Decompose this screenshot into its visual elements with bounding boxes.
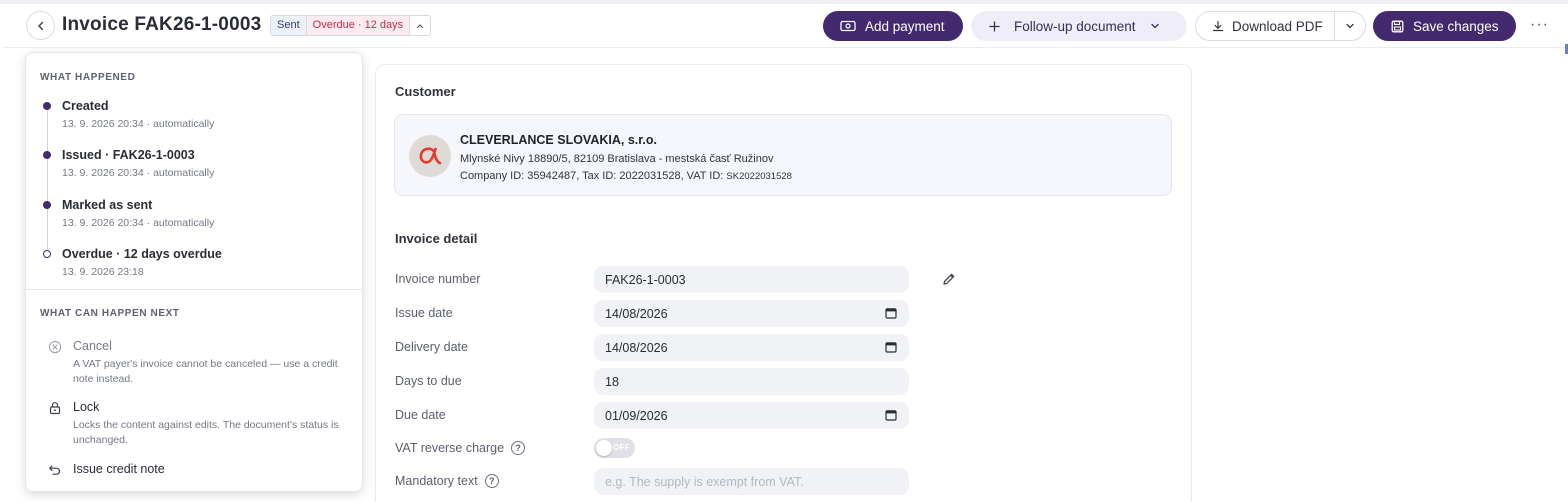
download-pdf-button-group: Download PDF	[1195, 11, 1366, 41]
timeline-title: Created	[62, 99, 109, 113]
vat-reverse-charge-toggle[interactable]: OFF	[594, 438, 635, 458]
invoice-form-card: Customer CLEVERLANCE SLOVAKIA, s.r.o. Ml…	[375, 64, 1192, 502]
mandatory-text-label: Mandatory text	[395, 474, 478, 488]
timeline-title: Marked as sent	[62, 198, 153, 212]
invoice-number-field[interactable]: FAK26-1-0003	[594, 266, 909, 293]
timeline-dot	[43, 151, 51, 159]
customer-logo	[409, 135, 451, 177]
vat-reverse-charge-label: VAT reverse charge	[395, 441, 505, 455]
download-pdf-label: Download PDF	[1232, 18, 1323, 34]
toggle-knob	[596, 440, 612, 456]
action-title: Lock	[73, 400, 100, 414]
action-description: A VAT payer's invoice cannot be canceled…	[73, 358, 338, 385]
invoice-editor: Invoice FAK26-1-0003 Sent Overdue · 12 d…	[3, 4, 1568, 502]
status-badge-sent: Sent	[271, 16, 307, 35]
customer-ids: Company ID: 35942487, Tax ID: 2022031528…	[460, 170, 792, 182]
customer-ids-text: Company ID: 35942487, Tax ID: 2022031528…	[460, 170, 724, 182]
days-to-due-value: 18	[605, 374, 619, 389]
customer-vat-id: SK2022031528	[726, 171, 792, 182]
follow-up-label: Follow-up document	[1014, 18, 1136, 34]
calendar-icon[interactable]	[885, 307, 897, 319]
timeline-dot	[43, 201, 51, 209]
chevron-down-icon	[1346, 23, 1354, 29]
timeline-title: Issued · FAK26-1-0003	[62, 148, 195, 162]
download-icon	[1212, 20, 1224, 32]
customer-card[interactable]: CLEVERLANCE SLOVAKIA, s.r.o. Mlynské Niv…	[394, 114, 1172, 196]
timeline-subtitle: 13. 9. 2026 20:34 · automatically	[62, 118, 215, 130]
page-title: Invoice FAK26-1-0003	[62, 14, 262, 35]
page-header: Invoice FAK26-1-0003 Sent Overdue · 12 d…	[3, 4, 1568, 48]
due-date-field[interactable]: 01/09/2026	[594, 402, 909, 429]
lock-icon	[49, 402, 61, 415]
plus-icon	[989, 20, 1000, 32]
timeline-dot-current	[43, 250, 51, 258]
section-divider	[26, 289, 362, 290]
issue-date-value: 14/08/2026	[605, 306, 668, 321]
action-title: Cancel	[73, 339, 112, 353]
due-date-label: Due date	[395, 408, 446, 422]
save-icon	[1391, 20, 1404, 32]
customer-name: CLEVERLANCE SLOVAKIA, s.r.o.	[460, 133, 658, 147]
status-history-popover: WHAT HAPPENED Created 13. 9. 2026 20:34 …	[25, 52, 363, 492]
timeline-line	[47, 103, 48, 251]
chevron-left-icon	[37, 21, 43, 30]
chevron-down-icon	[1150, 23, 1159, 29]
cash-icon	[840, 20, 856, 32]
timeline-title: Overdue · 12 days overdue	[62, 247, 222, 261]
what-happened-heading: WHAT HAPPENED	[40, 72, 136, 83]
days-to-due-field[interactable]: 18	[594, 368, 909, 395]
download-options-toggle[interactable]	[1335, 12, 1365, 40]
invoice-number-value: FAK26-1-0003	[605, 272, 686, 287]
customer-section-title: Customer	[395, 84, 456, 99]
calendar-icon[interactable]	[885, 341, 897, 353]
due-date-value: 01/09/2026	[605, 408, 668, 423]
customer-address: Mlynské Nivy 18890/5, 82109 Bratislava -…	[460, 153, 774, 165]
status-history-toggle[interactable]	[410, 16, 431, 35]
timeline-subtitle: 13. 9. 2026 20:34 · automatically	[62, 217, 215, 229]
toggle-state-label: OFF	[613, 443, 630, 452]
back-button[interactable]	[26, 11, 55, 40]
pencil-icon[interactable]	[942, 272, 956, 286]
issue-date-field[interactable]: 14/08/2026	[594, 300, 909, 327]
days-to-due-label: Days to due	[395, 374, 462, 388]
more-options-button[interactable]: ···	[1530, 16, 1549, 34]
delivery-date-label: Delivery date	[395, 340, 468, 354]
delivery-date-value: 14/08/2026	[605, 340, 668, 355]
timeline-subtitle: 13. 9. 2026 23:18	[62, 266, 144, 278]
invoice-number-label: Invoice number	[395, 272, 481, 286]
timeline-subtitle: 13. 9. 2026 20:34 · automatically	[62, 167, 215, 179]
help-icon[interactable]: ?	[511, 441, 526, 455]
vat-reverse-charge-row: VAT reverse charge ?	[395, 441, 526, 455]
calendar-icon[interactable]	[885, 409, 897, 421]
mandatory-text-placeholder: e.g. The supply is exempt from VAT.	[605, 474, 804, 489]
add-payment-button[interactable]: Add payment	[823, 11, 963, 41]
mandatory-text-field[interactable]: e.g. The supply is exempt from VAT.	[594, 468, 909, 495]
save-changes-label: Save changes	[1413, 18, 1499, 34]
help-icon[interactable]: ?	[484, 474, 499, 488]
save-changes-button[interactable]: Save changes	[1373, 11, 1516, 41]
follow-up-document-button[interactable]: Follow-up document	[971, 11, 1187, 41]
download-pdf-button[interactable]: Download PDF	[1196, 12, 1335, 40]
invoice-detail-section-title: Invoice detail	[395, 231, 478, 246]
chevron-up-icon	[417, 23, 424, 28]
status-badge-overdue: Overdue · 12 days	[306, 16, 411, 35]
issue-date-label: Issue date	[395, 306, 453, 320]
add-payment-label: Add payment	[865, 18, 945, 34]
timeline-dot	[43, 102, 51, 110]
status-badges: Sent Overdue · 12 days	[270, 15, 432, 36]
customer-logo-icon	[419, 147, 442, 165]
what-can-happen-next-heading: WHAT CAN HAPPEN NEXT	[40, 308, 180, 319]
delivery-date-field[interactable]: 14/08/2026	[594, 334, 909, 361]
cancel-circle-icon	[48, 340, 62, 354]
action-description: Locks the content against edits. The doc…	[73, 419, 339, 446]
undo-icon	[49, 465, 61, 475]
action-title: Issue credit note	[73, 462, 165, 476]
mandatory-text-row: Mandatory text ?	[395, 474, 499, 488]
